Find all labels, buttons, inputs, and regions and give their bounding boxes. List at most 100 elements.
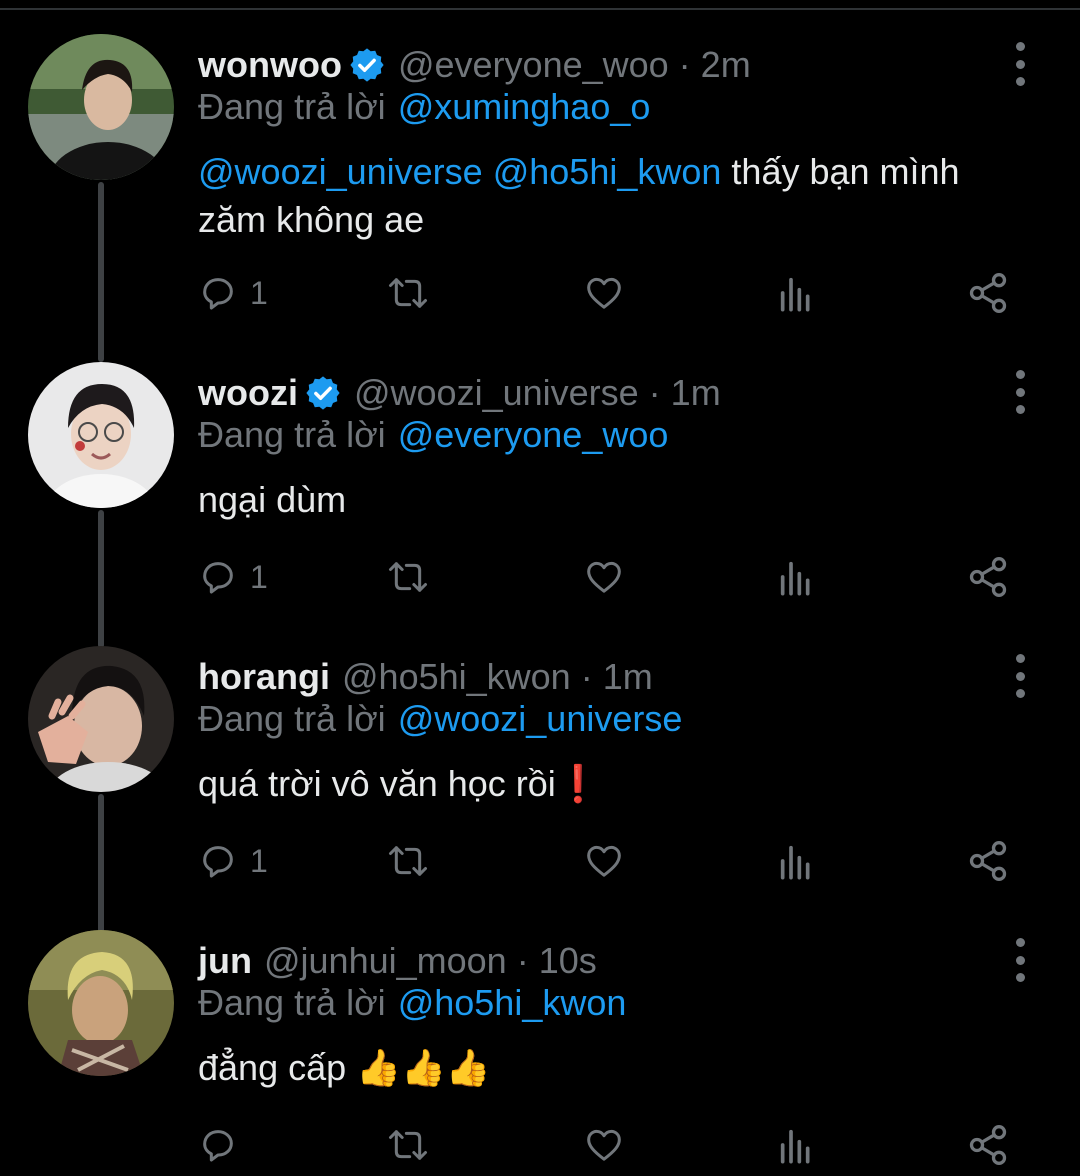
timestamp[interactable]: 10s [539, 940, 597, 982]
heart-icon [587, 1129, 621, 1161]
reply-count: 1 [250, 274, 268, 311]
action-bar: 1 [198, 836, 1018, 886]
separator-dot: · [648, 372, 661, 413]
tweet-text: quá trời vô văn học rồi❗ [198, 760, 1038, 808]
tweet-woozi[interactable]: woozi @woozi_universe · 1m Đang trả lời @… [0, 362, 1080, 612]
retweet-icon [389, 1130, 427, 1160]
mention[interactable]: @ho5hi_kwon [493, 151, 722, 192]
tweet-text: đẳng cấp 👍👍👍 [198, 1044, 1038, 1092]
verified-badge-icon [304, 374, 342, 412]
separator-dot: · [678, 44, 691, 85]
exclamation-emoji: ❗ [555, 763, 601, 804]
views-icon [780, 561, 810, 596]
views-button[interactable] [776, 836, 816, 886]
like-button[interactable] [582, 836, 626, 886]
action-bar: 1 [198, 552, 1018, 602]
separator-dot: · [580, 656, 593, 697]
tweet-text-line1: thấy bạn mình [731, 151, 960, 192]
mention[interactable]: @woozi_universe [198, 151, 483, 192]
thumbs-up-emoji: 👍👍👍 [356, 1047, 491, 1088]
display-name[interactable]: woozi [198, 372, 298, 414]
views-button[interactable] [776, 268, 816, 318]
heart-icon [587, 277, 621, 309]
avatar[interactable] [28, 646, 174, 792]
timestamp[interactable]: 1m [671, 372, 721, 414]
top-divider [0, 8, 1080, 10]
timestamp[interactable]: 1m [603, 656, 653, 698]
handle[interactable]: @junhui_moon [264, 940, 507, 982]
retweet-button[interactable] [386, 268, 430, 318]
tweet-horangi[interactable]: horangi @ho5hi_kwon · 1m Đang trả lời @wo… [0, 646, 1080, 896]
heart-icon [587, 845, 621, 877]
like-button[interactable] [582, 1120, 626, 1170]
avatar[interactable] [28, 930, 174, 1076]
reply-button[interactable] [198, 1120, 250, 1170]
reply-count: 1 [250, 558, 268, 595]
views-icon [780, 277, 810, 312]
replying-to-handle[interactable]: @everyone_woo [398, 414, 669, 455]
replying-to-handle[interactable]: @woozi_universe [398, 698, 683, 739]
reply-icon [203, 1130, 233, 1162]
handle[interactable]: @woozi_universe [354, 372, 639, 414]
tweet-text: @woozi_universe @ho5hi_kwon thấy bạn mìn… [198, 148, 1038, 244]
tweet-text-content: quá trời vô văn học rồi [198, 763, 556, 804]
share-button[interactable] [966, 268, 1010, 318]
avatar[interactable] [28, 34, 174, 180]
heart-icon [587, 561, 621, 593]
views-button[interactable] [776, 1120, 816, 1170]
tweet-jun[interactable]: jun @junhui_moon · 10s Đang trả lời @ho5h… [0, 930, 1080, 1176]
replying-to-label: Đang trả lời [198, 698, 386, 739]
replying-to-label: Đang trả lời [198, 414, 386, 455]
views-icon [780, 845, 810, 880]
more-vertical-icon[interactable] [1002, 654, 1038, 698]
tweet-wonwoo[interactable]: wonwoo @everyone_woo · 2m Đang trả lời @x… [0, 34, 1080, 334]
more-vertical-icon[interactable] [1002, 370, 1038, 414]
share-button[interactable] [966, 836, 1010, 886]
reply-button[interactable]: 1 [198, 836, 268, 886]
replying-to-handle[interactable]: @xuminghao_o [398, 86, 651, 127]
replying-to: Đang trả lời @everyone_woo [198, 414, 668, 456]
replying-to: Đang trả lời @xuminghao_o [198, 86, 650, 128]
retweet-icon [389, 278, 427, 308]
views-icon [780, 1129, 810, 1164]
reply-count: 1 [250, 842, 268, 879]
retweet-button[interactable] [386, 1120, 430, 1170]
share-button[interactable] [966, 1120, 1010, 1170]
tweet-text: ngại dùm [198, 479, 347, 520]
share-icon [969, 557, 1007, 597]
replying-to-label: Đang trả lời [198, 86, 386, 127]
action-bar [198, 1120, 1018, 1170]
handle[interactable]: @ho5hi_kwon [342, 656, 571, 698]
share-icon [969, 841, 1007, 881]
share-button[interactable] [966, 552, 1010, 602]
replying-to: Đang trả lời @ho5hi_kwon [198, 982, 626, 1024]
replying-to-handle[interactable]: @ho5hi_kwon [398, 982, 627, 1023]
more-vertical-icon[interactable] [1002, 938, 1038, 982]
replying-to: Đang trả lời @woozi_universe [198, 698, 682, 740]
replying-to-label: Đang trả lời [198, 982, 386, 1023]
retweet-icon [389, 846, 427, 876]
views-button[interactable] [776, 552, 816, 602]
handle[interactable]: @everyone_woo [398, 44, 669, 86]
display-name[interactable]: wonwoo [198, 44, 342, 86]
avatar[interactable] [28, 362, 174, 508]
retweet-button[interactable] [386, 552, 430, 602]
share-icon [969, 1125, 1007, 1165]
tweet-text-line2: zăm không ae [198, 199, 425, 240]
reply-icon [203, 562, 233, 594]
reply-button[interactable]: 1 [198, 552, 268, 602]
timestamp[interactable]: 2m [701, 44, 751, 86]
like-button[interactable] [582, 268, 626, 318]
retweet-button[interactable] [386, 836, 430, 886]
reply-button[interactable]: 1 [198, 268, 268, 318]
reply-icon [203, 846, 233, 878]
verified-badge-icon [348, 46, 386, 84]
share-icon [969, 273, 1007, 313]
tweet-text-content: đẳng cấp [198, 1047, 347, 1088]
retweet-icon [389, 562, 427, 592]
display-name[interactable]: jun [198, 940, 252, 982]
action-bar: 1 [198, 268, 1018, 318]
display-name[interactable]: horangi [198, 656, 330, 698]
more-vertical-icon[interactable] [1002, 42, 1038, 86]
like-button[interactable] [582, 552, 626, 602]
